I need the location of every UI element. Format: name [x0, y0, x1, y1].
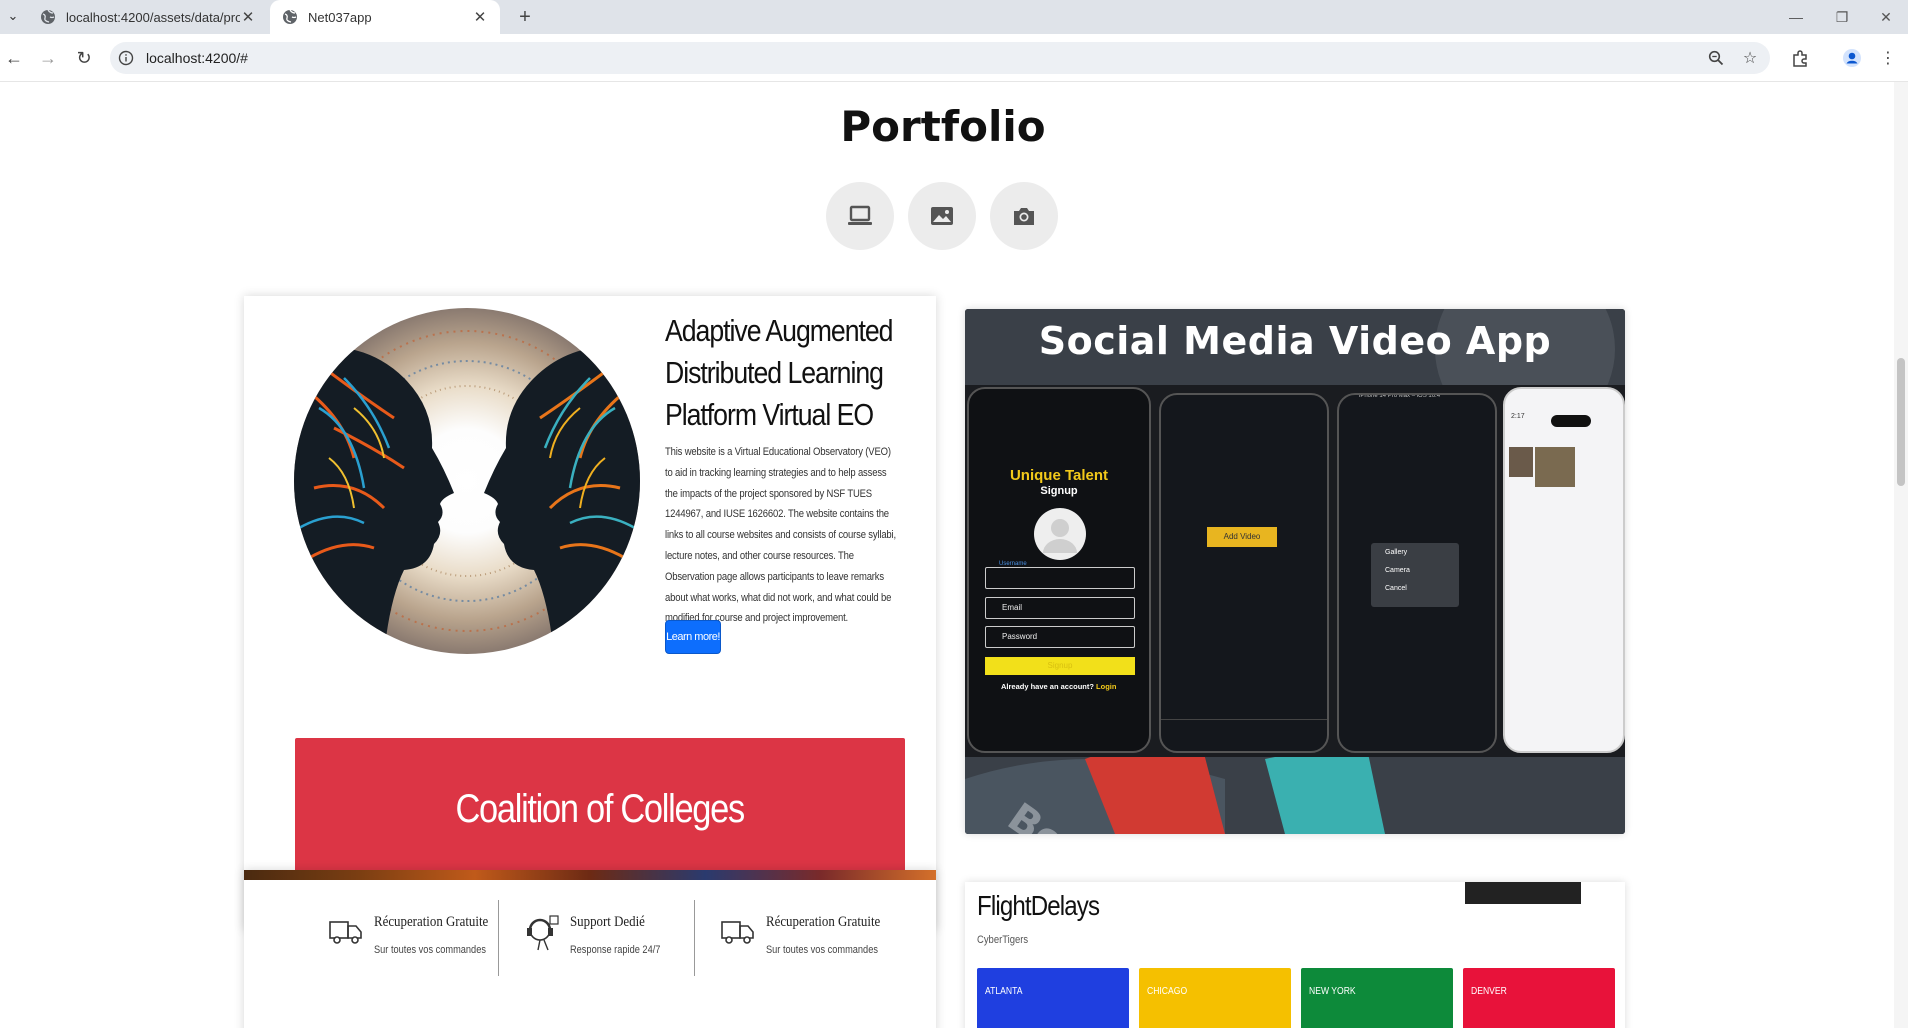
feature-item: Support Dedié Response rapide 24/7	[524, 910, 714, 990]
globe-icon	[283, 9, 297, 24]
project-title: Adaptive Augmented Distributed Learning …	[665, 313, 894, 432]
feature-subtitle: Sur toutes vos commandes	[374, 944, 486, 956]
project-card-flight-delays[interactable]: FlightDelays CyberTigers ATLANTA CHICAGO…	[965, 882, 1625, 1028]
truck-icon	[329, 921, 362, 944]
menu-item[interactable]: Gallery	[1385, 549, 1407, 556]
page-scrollbar[interactable]	[1894, 82, 1908, 1028]
city-tile-denver[interactable]: DENVER	[1463, 968, 1615, 1028]
menu-item[interactable]: Cancel	[1385, 585, 1407, 592]
login-link[interactable]: Login	[1096, 682, 1116, 691]
card-title: Social Media Video App	[1038, 319, 1552, 363]
bookmark-star-icon[interactable]: ☆	[1738, 46, 1762, 70]
tooltip-overlay	[1465, 882, 1581, 904]
media-menu: Gallery Camera Cancel	[1371, 543, 1459, 607]
url-text: localhost:4200/#	[146, 50, 248, 66]
support-icon	[527, 915, 559, 951]
divider	[694, 900, 695, 976]
tab-search-chevron-icon[interactable]: ⌄	[4, 6, 22, 26]
password-placeholder: Password	[1002, 632, 1038, 641]
card-subtitle: CyberTigers	[977, 934, 1029, 946]
simulator-title: iPhone 14 Pro Max – iOS 16.4	[1359, 393, 1441, 399]
back-icon[interactable]: ←	[2, 46, 26, 70]
avatar-placeholder-icon	[1034, 508, 1086, 560]
learn-more-button[interactable]: Learn more!	[665, 620, 721, 654]
tab-title: localhost:4200/assets/data/proj	[66, 9, 240, 25]
app-screenshot: Unique Talent Signup Username Email Pass…	[965, 385, 1625, 757]
window-close-icon[interactable]: ✕	[1866, 4, 1906, 30]
city-name: DENVER	[1471, 986, 1507, 997]
feature-item: Récuperation Gratuite Sur toutes vos com…	[720, 910, 910, 990]
coalition-banner[interactable]: Coalition of Colleges	[295, 738, 905, 880]
coalition-label: Coalition of Colleges	[455, 786, 746, 831]
forward-icon[interactable]: →	[36, 46, 60, 70]
portfolio-filters	[826, 182, 1058, 250]
browser-tab-bar: ⌄ localhost:4200/assets/data/proj ✕ Net0…	[0, 0, 1908, 34]
city-tile-chicago[interactable]: CHICAGO	[1139, 968, 1291, 1028]
card-title: FlightDelays	[977, 890, 1100, 921]
signup-heading: Signup	[1040, 485, 1078, 497]
app-name: Unique Talent	[1009, 467, 1109, 484]
project-image	[294, 308, 640, 654]
laptop-icon[interactable]	[826, 182, 894, 250]
new-tab-icon[interactable]: +	[512, 4, 538, 30]
site-info-icon[interactable]	[118, 50, 134, 66]
profile-avatar-icon[interactable]	[1840, 46, 1864, 70]
signup-button[interactable]: Signup	[985, 657, 1135, 675]
email-field[interactable]: Email	[985, 597, 1135, 619]
more-menu-icon[interactable]: ⋮	[1876, 46, 1900, 70]
browser-toolbar: ← → ↻ localhost:4200/# ☆ ⋮	[0, 34, 1908, 82]
city-tile-new-york[interactable]: NEW YORK	[1301, 968, 1453, 1028]
feature-item: Récuperation Gratuite Sur toutes vos com…	[328, 910, 518, 990]
password-field[interactable]: Password	[985, 626, 1135, 648]
browser-tab-active[interactable]: Net037app ✕	[270, 0, 500, 34]
divider	[498, 900, 499, 976]
globe-icon	[41, 9, 55, 24]
minimize-icon[interactable]: —	[1776, 4, 1816, 30]
tab-close-icon[interactable]: ✕	[240, 8, 256, 26]
page-title: Portfolio	[840, 102, 1046, 151]
tab-title: Net037app	[308, 9, 372, 25]
city-name: ATLANTA	[985, 986, 1023, 997]
feature-title: Récuperation Gratuite	[766, 914, 881, 930]
clock-text: 2:17	[1511, 413, 1525, 420]
feature-subtitle: Sur toutes vos commandes	[766, 944, 878, 956]
feature-title: Support Dedié	[570, 914, 645, 930]
scrollbar-thumb[interactable]	[1897, 358, 1905, 486]
project-card-veo: Adaptive Augmented Distributed Learning …	[244, 296, 936, 930]
zoom-icon[interactable]	[1704, 46, 1728, 70]
truck-icon	[721, 921, 754, 944]
address-bar[interactable]: localhost:4200/#	[110, 42, 1770, 74]
camera-icon[interactable]	[990, 182, 1058, 250]
project-card-services[interactable]: Récuperation Gratuite Sur toutes vos com…	[244, 870, 936, 1028]
restore-icon[interactable]: ❐	[1822, 4, 1862, 30]
card-image-strip	[244, 870, 936, 880]
project-description: This website is a Virtual Educational Ob…	[665, 446, 896, 625]
feature-subtitle: Response rapide 24/7	[570, 944, 661, 956]
feature-title: Récuperation Gratuite	[374, 914, 489, 930]
email-placeholder: Email	[1002, 603, 1023, 612]
reload-icon[interactable]: ↻	[72, 46, 96, 70]
tab-close-icon[interactable]: ✕	[472, 8, 488, 26]
page-viewport: Portfolio Adaptive Augmented Distributed…	[0, 82, 1908, 1028]
browser-tab[interactable]: localhost:4200/assets/data/proj ✕	[28, 0, 268, 34]
city-name: NEW YORK	[1309, 986, 1356, 997]
city-tile-atlanta[interactable]: ATLANTA	[977, 968, 1129, 1028]
menu-item[interactable]: Camera	[1385, 567, 1410, 574]
image-icon[interactable]	[908, 182, 976, 250]
add-video-button[interactable]: Add Video	[1207, 527, 1277, 547]
extensions-icon[interactable]	[1788, 46, 1812, 70]
username-field[interactable]	[985, 567, 1135, 589]
city-name: CHICAGO	[1147, 986, 1188, 997]
project-card-video-app[interactable]: Books Social Media Video App Unique Tale…	[965, 309, 1625, 834]
login-prompt: Already have an account? Login	[1001, 682, 1117, 691]
